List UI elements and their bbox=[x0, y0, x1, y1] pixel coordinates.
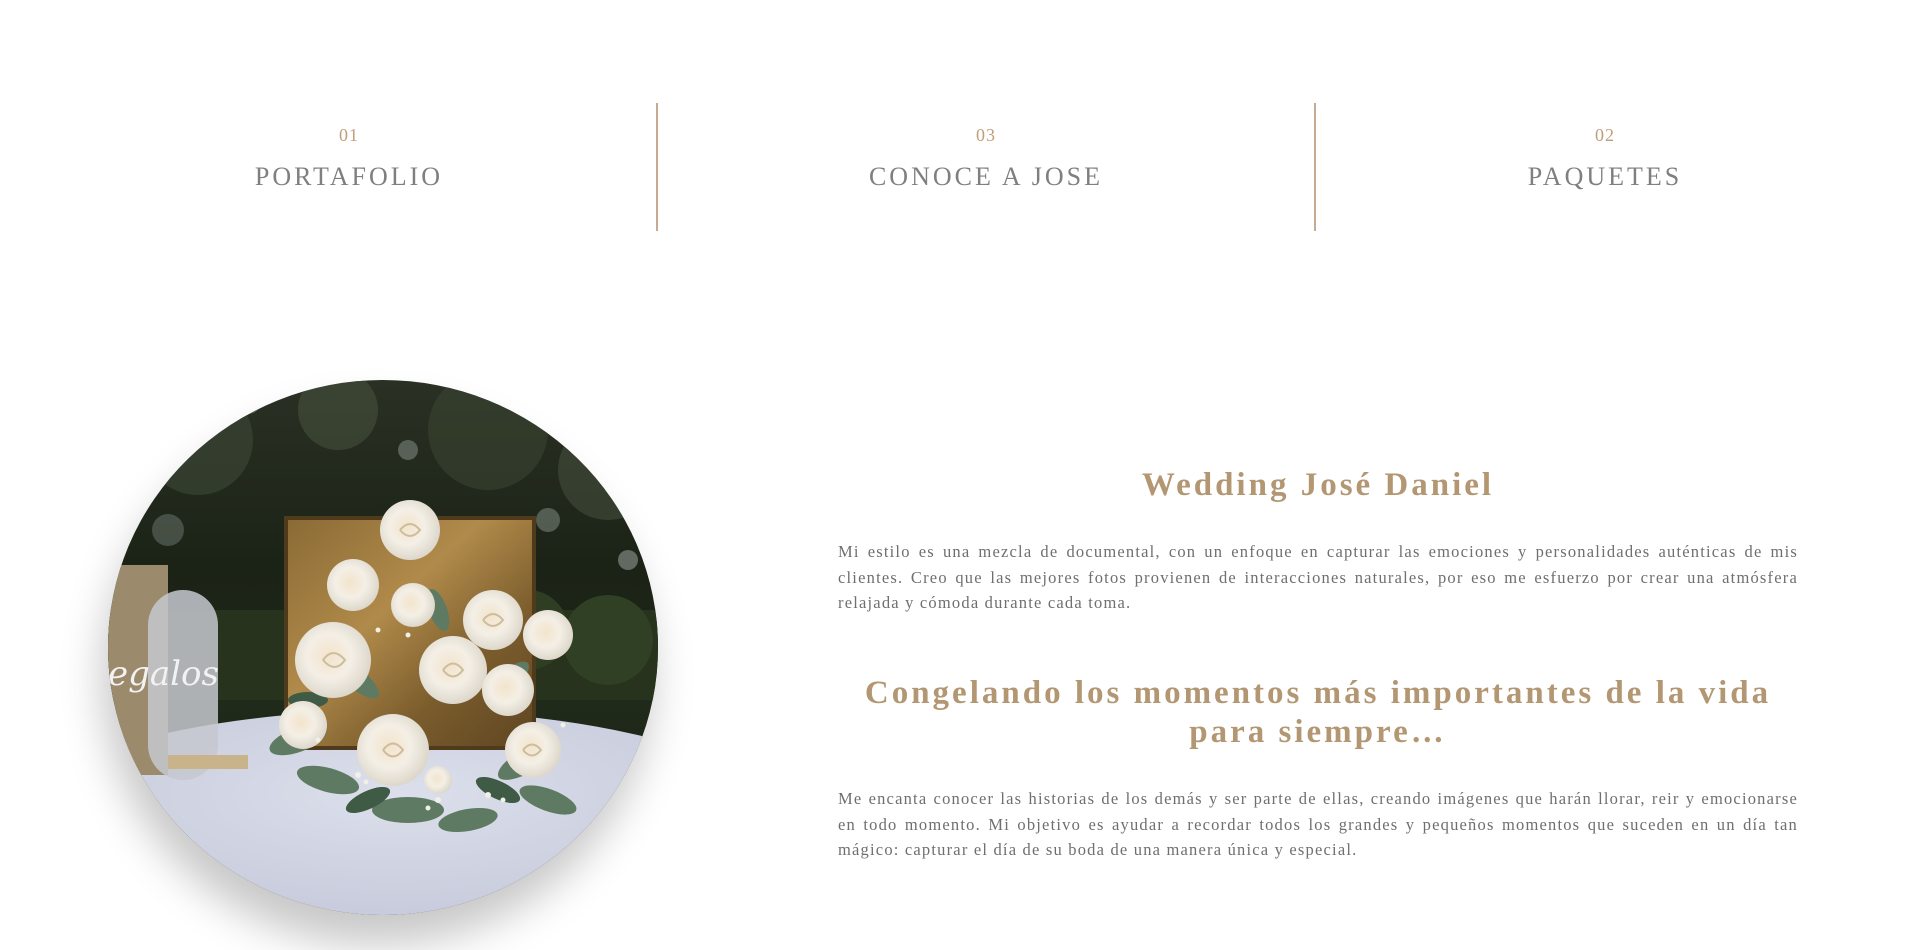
sign-text: egalos bbox=[108, 654, 219, 694]
nav-item-label: CONOCE A JOSE bbox=[868, 162, 1104, 191]
nav-item-label: PAQUETES bbox=[1527, 162, 1683, 191]
intro-paragraph: Mi estilo es una mezcla de documental, c… bbox=[838, 542, 1798, 612]
nav-item-number: 01 bbox=[339, 125, 359, 145]
section-title: Wedding José Daniel bbox=[1141, 467, 1495, 503]
circular-photo: egalos bbox=[108, 380, 658, 915]
section-subtitle: Congelando los momentos más importantes … bbox=[864, 675, 1772, 750]
nav-item-portafolio[interactable]: 01 PORTAFOLIO bbox=[0, 103, 698, 231]
nav-item-label: PORTAFOLIO bbox=[254, 162, 444, 191]
nav-item-paquetes[interactable]: 02 PAQUETES bbox=[1316, 103, 1894, 231]
roses-photo-image: egalos bbox=[108, 380, 658, 915]
nav-item-conoce-a-jose[interactable]: 03 CONOCE A JOSE bbox=[658, 103, 1314, 231]
story-paragraph: Me encanta conocer las historias de los … bbox=[838, 789, 1798, 859]
section-nav: 01 PORTAFOLIO 03 CONOCE A JOSE 02 PAQUET… bbox=[0, 103, 1920, 231]
nav-item-number: 02 bbox=[1595, 125, 1615, 145]
nav-item-number: 03 bbox=[976, 125, 996, 145]
